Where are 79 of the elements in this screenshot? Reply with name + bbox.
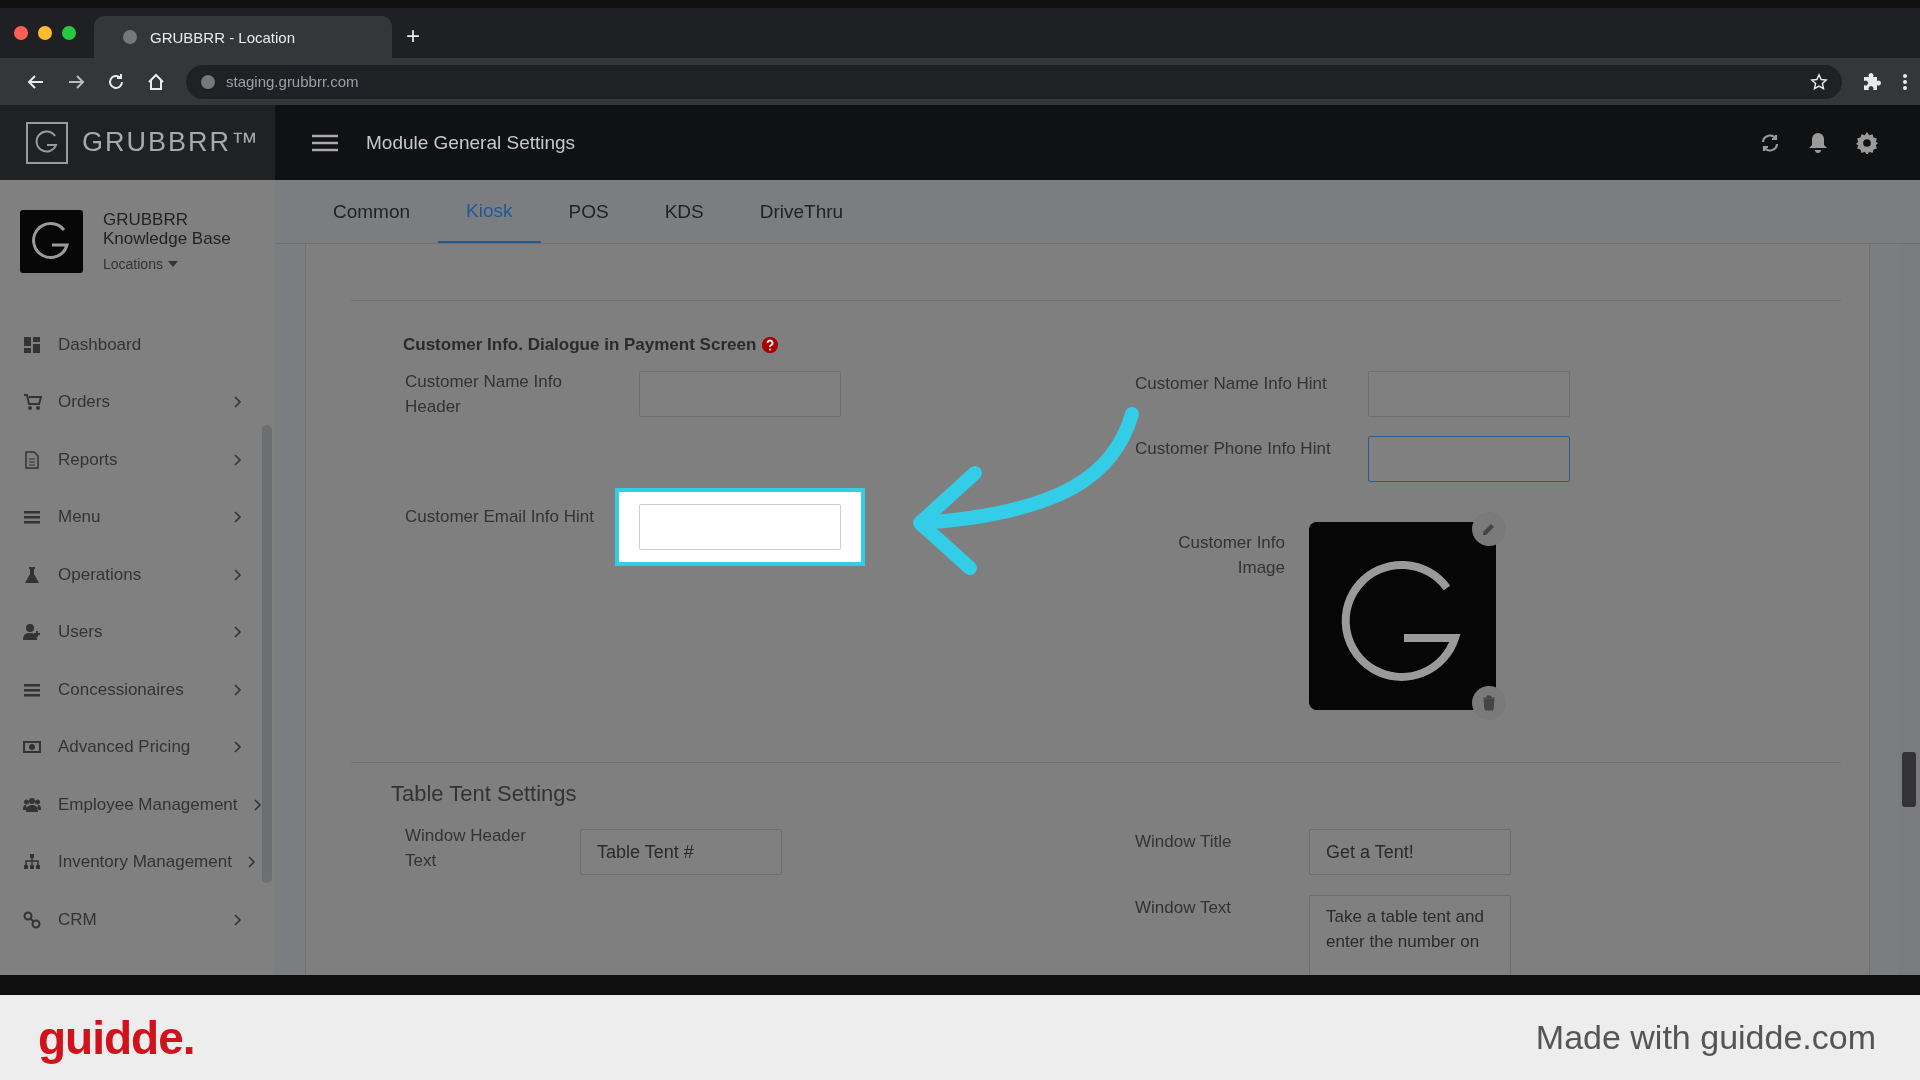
sidebar-item[interactable]: Users (0, 603, 262, 661)
scrollbar-thumb[interactable] (262, 425, 272, 883)
group-icon (22, 795, 42, 814)
star-icon[interactable] (1810, 72, 1828, 91)
sidebar-item[interactable]: Advanced Pricing (0, 718, 262, 776)
field-label: Customer Phone Info Hint (1135, 438, 1332, 460)
field-label: Customer Name Info Header (405, 371, 563, 418)
sidebar-item[interactable]: Orders (0, 373, 262, 431)
field-label: Customer Name Info Hint (1135, 373, 1328, 395)
tab[interactable]: DriveThru (731, 180, 872, 243)
flask-icon (22, 565, 42, 584)
settings-icon[interactable] (1856, 131, 1878, 154)
pencil-icon (1481, 521, 1497, 537)
new-tab-button[interactable]: + (406, 22, 420, 50)
chevron-icon (234, 913, 242, 926)
scrollbar-thumb[interactable] (1902, 752, 1916, 807)
field-label: Customer Email Info Hint (405, 506, 595, 528)
chevron-icon (234, 453, 242, 466)
sidebar-item[interactable]: Inventory Management (0, 833, 262, 891)
field-label: Window Text (1135, 897, 1233, 919)
sidebar-item[interactable]: Operations (0, 546, 262, 604)
chevron-icon (234, 396, 242, 409)
brand-logo: guidde. (38, 1010, 195, 1065)
close-window-icon[interactable] (14, 26, 28, 40)
tab[interactable]: Common (305, 180, 439, 243)
credit-text: Made with guidde.com (1535, 1018, 1876, 1057)
section-title: Table Tent Settings (391, 781, 578, 807)
minimize-window-icon[interactable] (38, 26, 52, 40)
chevron-icon (247, 856, 256, 869)
refresh-icon[interactable] (1760, 132, 1780, 153)
logo-icon (26, 121, 68, 164)
link-icon (22, 910, 42, 929)
sidebar-item[interactable]: Dashboard (0, 316, 262, 374)
locations-dropdown[interactable]: Locations (103, 256, 243, 272)
tab[interactable]: KDS (636, 180, 732, 243)
org-logo-icon (20, 210, 83, 273)
help-icon[interactable] (762, 337, 779, 353)
hierarchy-icon (22, 853, 42, 872)
trash-icon (1482, 695, 1496, 711)
document-icon (22, 450, 42, 469)
org-name: GRUBBRR Knowledge Base (103, 210, 232, 248)
text-field[interactable]: Get a Tent! (1309, 829, 1511, 875)
text-field[interactable]: Table Tent # (580, 829, 782, 875)
browser-tab[interactable]: GRUBBRR - Location (94, 16, 392, 58)
brand-logo: GRUBBRR™ (82, 127, 260, 158)
chevron-icon (234, 741, 242, 754)
sidebar-item[interactable]: CRM (0, 891, 262, 949)
sidebar-item[interactable]: Menu (0, 488, 262, 546)
delete-button[interactable] (1472, 686, 1506, 720)
sidebar-item[interactable]: Concessionaires (0, 661, 262, 719)
page-title: Module General Settings (366, 131, 577, 154)
cart-icon (22, 393, 42, 412)
maximize-window-icon[interactable] (62, 26, 76, 40)
text-area[interactable]: Take a table tent and enter the number on (1309, 895, 1511, 975)
list-icon (22, 508, 42, 527)
add-user-icon (22, 623, 42, 642)
sidebar-item[interactable]: Reports (0, 431, 262, 489)
menu-icon[interactable] (312, 132, 338, 153)
sidebar-item[interactable]: Employee Management (0, 776, 262, 834)
field-label: Window Title (1135, 831, 1233, 853)
chevron-icon (234, 511, 242, 524)
field-label: Window Header Text (405, 825, 527, 872)
chevron-icon (234, 626, 242, 639)
field-label: Customer Info Image (1177, 532, 1285, 579)
caret-icon (167, 261, 178, 267)
bell-icon[interactable] (1808, 131, 1828, 154)
puzzle-icon[interactable] (1862, 71, 1882, 92)
reload-icon[interactable] (106, 71, 126, 92)
home-icon[interactable] (146, 71, 166, 92)
section-title: Customer Info. Dialogue in Payment Screen (403, 335, 757, 355)
tab[interactable]: POS (540, 180, 637, 243)
text-field[interactable] (1368, 436, 1570, 482)
dashboard-icon (22, 335, 42, 354)
chevron-icon (234, 683, 242, 696)
edit-button[interactable] (1472, 512, 1506, 546)
more-icon[interactable] (1902, 71, 1908, 92)
chevron-icon (253, 798, 262, 811)
address-bar[interactable]: staging.grubbrr.com (186, 64, 1842, 99)
chevron-icon (234, 568, 242, 581)
